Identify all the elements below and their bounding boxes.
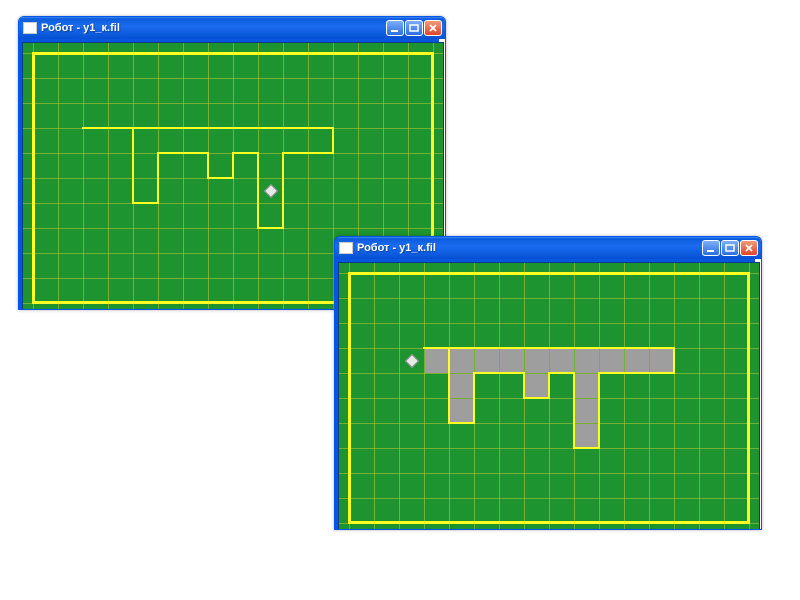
wall <box>448 422 475 424</box>
painted-cell <box>550 349 574 373</box>
wall <box>673 347 675 374</box>
wall <box>523 397 550 399</box>
painted-cell <box>600 349 624 373</box>
maximize-button[interactable] <box>405 20 423 36</box>
painted-cell <box>425 349 449 373</box>
wall <box>598 372 675 374</box>
wall <box>82 127 334 129</box>
painted-cell <box>450 399 474 423</box>
wall <box>132 202 159 204</box>
painted-cell <box>650 349 674 373</box>
client-area <box>335 259 755 529</box>
maximize-button[interactable] <box>721 240 739 256</box>
wall <box>207 177 234 179</box>
app-icon <box>339 242 353 254</box>
wall <box>523 372 525 399</box>
close-button[interactable] <box>740 240 758 256</box>
painted-cell <box>525 374 549 398</box>
wall <box>548 372 575 374</box>
wall <box>548 372 550 399</box>
wall <box>473 372 475 424</box>
painted-cell <box>575 399 599 423</box>
wall <box>573 447 600 449</box>
wall <box>207 152 209 179</box>
window-controls <box>702 240 758 256</box>
painted-cell <box>525 349 549 373</box>
painted-cell <box>450 349 474 373</box>
minimize-button[interactable] <box>702 240 720 256</box>
wall <box>573 372 575 449</box>
wall <box>598 372 600 449</box>
outer-wall <box>348 272 750 524</box>
robot <box>404 353 418 367</box>
wall <box>282 152 334 154</box>
wall <box>232 152 234 179</box>
wall <box>257 152 259 229</box>
painted-cell <box>450 374 474 398</box>
painted-cell <box>475 349 499 373</box>
wall <box>132 127 134 204</box>
window-title: Робот - y1_к.fil <box>41 22 386 34</box>
painted-cell <box>500 349 524 373</box>
app-icon <box>23 22 37 34</box>
painted-cell <box>575 349 599 373</box>
titlebar[interactable]: Робот - y1_к.fil <box>335 237 761 259</box>
close-button[interactable] <box>424 20 442 36</box>
painted-cell <box>575 374 599 398</box>
painted-cell <box>575 424 599 448</box>
minimize-button[interactable] <box>386 20 404 36</box>
wall <box>282 152 284 229</box>
wall <box>332 127 334 154</box>
app-window: Робот - y1_к.fil <box>334 236 762 530</box>
wall <box>448 347 450 424</box>
wall <box>232 152 259 154</box>
robot <box>263 183 277 197</box>
field[interactable] <box>338 262 760 530</box>
painted-cell <box>625 349 649 373</box>
titlebar[interactable]: Робот - y1_к.fil <box>19 17 445 39</box>
wall <box>473 372 525 374</box>
wall <box>423 347 675 349</box>
window-title: Робот - y1_к.fil <box>357 242 702 254</box>
wall <box>257 227 284 229</box>
wall <box>157 152 159 204</box>
wall <box>157 152 209 154</box>
window-controls <box>386 20 442 36</box>
